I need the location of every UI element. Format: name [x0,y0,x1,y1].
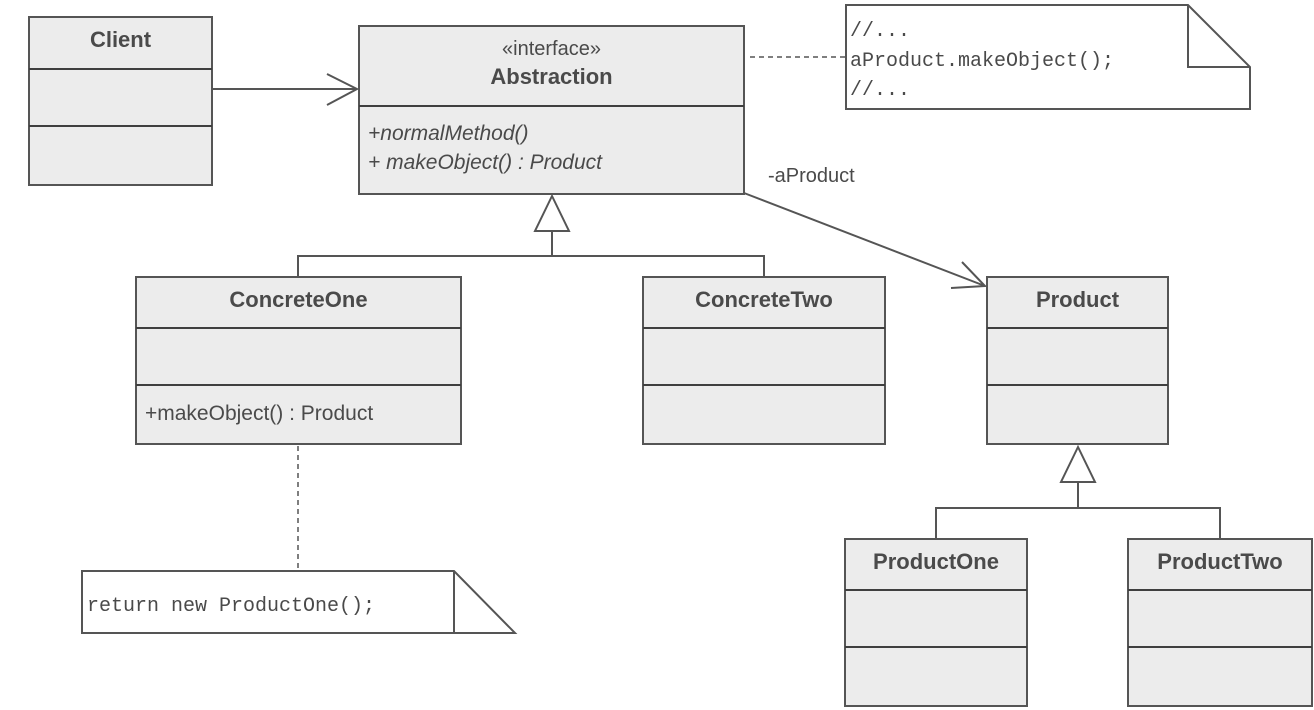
association-abstraction-product[interactable] [743,192,988,289]
class-product[interactable]: Product [986,276,1169,445]
class-name: Client [90,27,152,52]
class-name: ProductOne [873,549,999,574]
class-name: ProductTwo [1157,549,1282,574]
class-product-two[interactable]: ProductTwo [1127,538,1313,707]
operation-make-object: + makeObject() : Product [368,151,603,174]
class-abstraction[interactable]: «interface» Abstraction +normalMethod() … [358,25,745,195]
operation-normal-method: +normalMethod() [368,122,528,145]
uml-diagram-canvas: -aProduct Client «interface» Abstraction… [28,4,1313,707]
note-line: //... [850,20,910,43]
note-concrete-one[interactable]: return new ProductOne(); [81,570,518,634]
note-abstraction[interactable]: //... aProduct.makeObject(); //... [845,4,1251,110]
stereotype-label: «interface» [502,38,601,60]
generalization-concretes-abstraction[interactable] [297,193,765,277]
class-product-one[interactable]: ProductOne [844,538,1028,707]
class-concrete-one[interactable]: ConcreteOne +makeObject() : Product [135,276,462,445]
class-name: Abstraction [490,64,612,89]
class-name: ConcreteTwo [695,287,833,312]
association-client-abstraction[interactable] [212,73,360,106]
class-client[interactable]: Client [28,16,213,186]
note-line: //... [850,79,910,102]
generalization-arrowhead-icon [533,193,571,232]
generalization-products-product[interactable] [935,444,1221,539]
class-name: Product [1036,287,1120,312]
generalization-arrowhead-icon [1059,444,1097,483]
note-line: return new ProductOne(); [87,595,375,618]
class-concrete-two[interactable]: ConcreteTwo [642,276,886,445]
operation-make-object: +makeObject() : Product [145,402,373,425]
note-line: aProduct.makeObject(); [850,50,1114,73]
association-role-label: -aProduct [768,165,855,187]
class-name: ConcreteOne [229,287,367,312]
